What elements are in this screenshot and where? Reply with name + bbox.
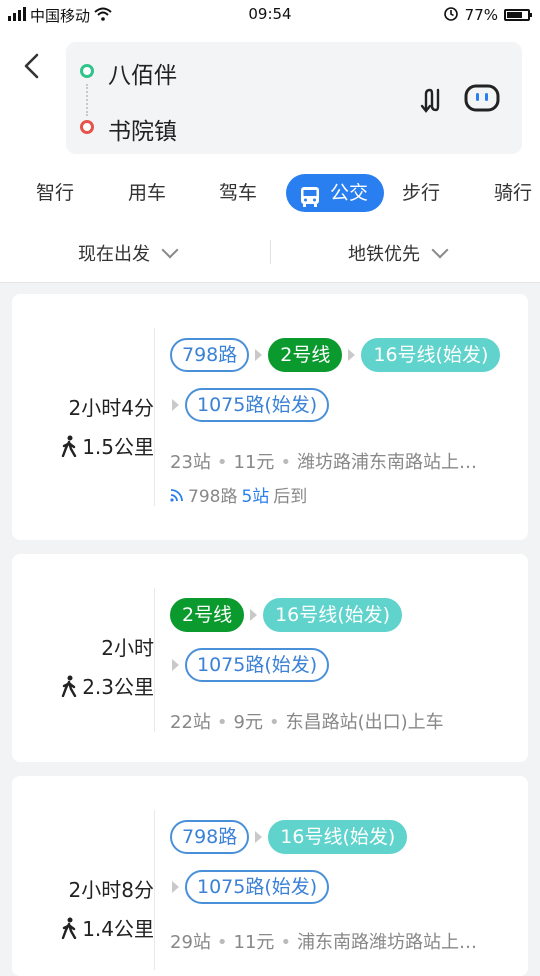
transfer-arrow-icon <box>172 659 179 671</box>
segment-row: 798路 2号线 16号线(始发) <box>170 338 501 372</box>
boarding-stop: 潍坊路浦东南路站上… <box>297 452 478 473</box>
realtime-line: 798路 <box>188 487 238 507</box>
segment-row: 2号线 16号线(始发) <box>170 598 403 632</box>
route-summary: 2小时 2.3公里 <box>12 632 154 700</box>
tab-bike[interactable]: 骑行 <box>494 174 532 212</box>
route-info: 22站 • 9元 • 东昌路站(出口)上车 <box>170 712 444 733</box>
card-divider <box>154 588 155 732</box>
metro-line-chip: 16号线(始发) <box>268 820 408 854</box>
route-info: 29站 • 11元 • 浦东南路潍坊路站上… <box>170 932 478 953</box>
fare: 9元 <box>233 712 263 733</box>
tab-walk[interactable]: 步行 <box>402 174 440 212</box>
assistant-button[interactable] <box>464 84 500 112</box>
bus-icon <box>300 183 320 221</box>
alarm-icon <box>443 5 459 25</box>
metro-line-chip: 2号线 <box>170 598 245 632</box>
transfer-arrow-icon <box>172 881 179 893</box>
chevron-down-icon <box>161 241 179 259</box>
realtime-suffix: 后到 <box>273 487 308 507</box>
destination-field[interactable]: 书院镇 <box>108 112 177 146</box>
origin-dot-icon <box>80 64 94 78</box>
depart-time-filter[interactable]: 现在出发 <box>78 240 179 266</box>
tab-smart[interactable]: 智行 <box>36 174 74 212</box>
preference-label: 地铁优先 <box>348 244 420 265</box>
realtime-stops: 5站 <box>241 487 270 507</box>
destination-dot-icon <box>80 120 94 134</box>
stop-count: 22站 <box>170 712 211 733</box>
battery-fill <box>507 12 523 18</box>
battery-percent: 77% <box>464 6 498 24</box>
route-duration: 2小时8分 <box>68 878 154 902</box>
route-info: 23站 • 11元 • 潍坊路浦东南路站上… <box>170 452 478 473</box>
segment-row: 1075路(始发) <box>170 648 330 682</box>
card-divider <box>154 328 155 506</box>
transfer-arrow-icon <box>250 609 258 621</box>
realtime-signal-icon <box>170 488 183 502</box>
bus-line-chip: 1075路(始发) <box>185 648 330 682</box>
card-divider <box>154 810 155 970</box>
tab-ride[interactable]: 用车 <box>128 174 166 212</box>
transfer-arrow-icon <box>348 349 356 361</box>
swap-route-button[interactable] <box>418 86 446 114</box>
chevron-left-icon <box>24 53 39 79</box>
status-right: 77% <box>443 5 532 25</box>
boarding-stop: 浦东南路潍坊路站上… <box>297 932 478 953</box>
fare: 11元 <box>233 932 275 953</box>
bus-line-chip: 1075路(始发) <box>185 870 330 904</box>
assistant-robot-icon <box>464 84 500 112</box>
preference-filter[interactable]: 地铁优先 <box>348 240 449 266</box>
tab-drive[interactable]: 驾车 <box>219 174 257 212</box>
transfer-arrow-icon <box>172 399 179 411</box>
route-option-card[interactable]: 2小时 2.3公里 2号线 16号线(始发) 1075路(始发) 22站 • 9元 •… <box>12 554 528 762</box>
filter-divider <box>270 240 271 264</box>
bus-line-chip: 1075路(始发) <box>185 388 330 422</box>
metro-line-chip: 2号线 <box>268 338 343 372</box>
depart-time-label: 现在出发 <box>78 244 150 265</box>
transfer-arrow-icon <box>255 349 263 361</box>
transfer-arrow-icon <box>255 831 263 843</box>
bus-line-chip: 798路 <box>170 338 250 372</box>
walk-distance: 2.3公里 <box>12 671 154 700</box>
walking-person-icon <box>61 917 77 939</box>
swap-icon <box>420 88 440 113</box>
route-summary: 2小时8分 1.4公里 <box>12 874 154 942</box>
chevron-down-icon <box>431 241 449 259</box>
segment-row: 798路 16号线(始发) <box>170 820 408 854</box>
route-duration: 2小时4分 <box>68 396 154 420</box>
walking-person-icon <box>61 435 77 457</box>
segment-row: 1075路(始发) <box>170 388 330 422</box>
route-summary: 2小时4分 1.5公里 <box>12 392 154 460</box>
walking-person-icon <box>61 675 77 697</box>
filter-bar: 现在出发 地铁优先 <box>0 222 540 283</box>
walk-distance: 1.4公里 <box>12 913 154 942</box>
route-duration: 2小时 <box>101 636 154 660</box>
walk-distance-value: 2.3公里 <box>82 675 154 699</box>
tab-transit-label: 公交 <box>330 182 369 204</box>
stop-count: 29站 <box>170 932 211 953</box>
route-box: 八佰伴 书院镇 <box>66 42 522 154</box>
mode-tabs: 智行 用车 驾车 公交 步行 骑行 <box>0 162 540 223</box>
segment-row: 1075路(始发) <box>170 870 330 904</box>
walk-distance: 1.5公里 <box>12 431 154 460</box>
fare: 11元 <box>233 452 275 473</box>
battery-icon <box>504 9 532 21</box>
stop-count: 23站 <box>170 452 211 473</box>
walk-distance-value: 1.4公里 <box>82 917 154 941</box>
metro-line-chip: 16号线(始发) <box>361 338 501 372</box>
status-bar: 中国移动 09:54 77% <box>0 0 540 30</box>
route-connector <box>86 84 88 116</box>
route-option-card[interactable]: 2小时8分 1.4公里 798路 16号线(始发) 1075路(始发) 29站 •… <box>12 776 528 976</box>
walk-distance-value: 1.5公里 <box>82 435 154 459</box>
boarding-stop: 东昌路站(出口)上车 <box>285 712 444 733</box>
metro-line-chip: 16号线(始发) <box>263 598 403 632</box>
tab-transit[interactable]: 公交 <box>286 174 385 212</box>
back-button[interactable] <box>22 52 50 80</box>
route-option-card[interactable]: 2小时4分 1.5公里 798路 2号线 16号线(始发) 1075路(始发) … <box>12 294 528 540</box>
origin-field[interactable]: 八佰伴 <box>108 56 177 90</box>
route-header: 八佰伴 书院镇 <box>0 30 540 162</box>
bus-line-chip: 798路 <box>170 820 250 854</box>
realtime-arrival: 798路 5站 后到 <box>170 482 307 507</box>
